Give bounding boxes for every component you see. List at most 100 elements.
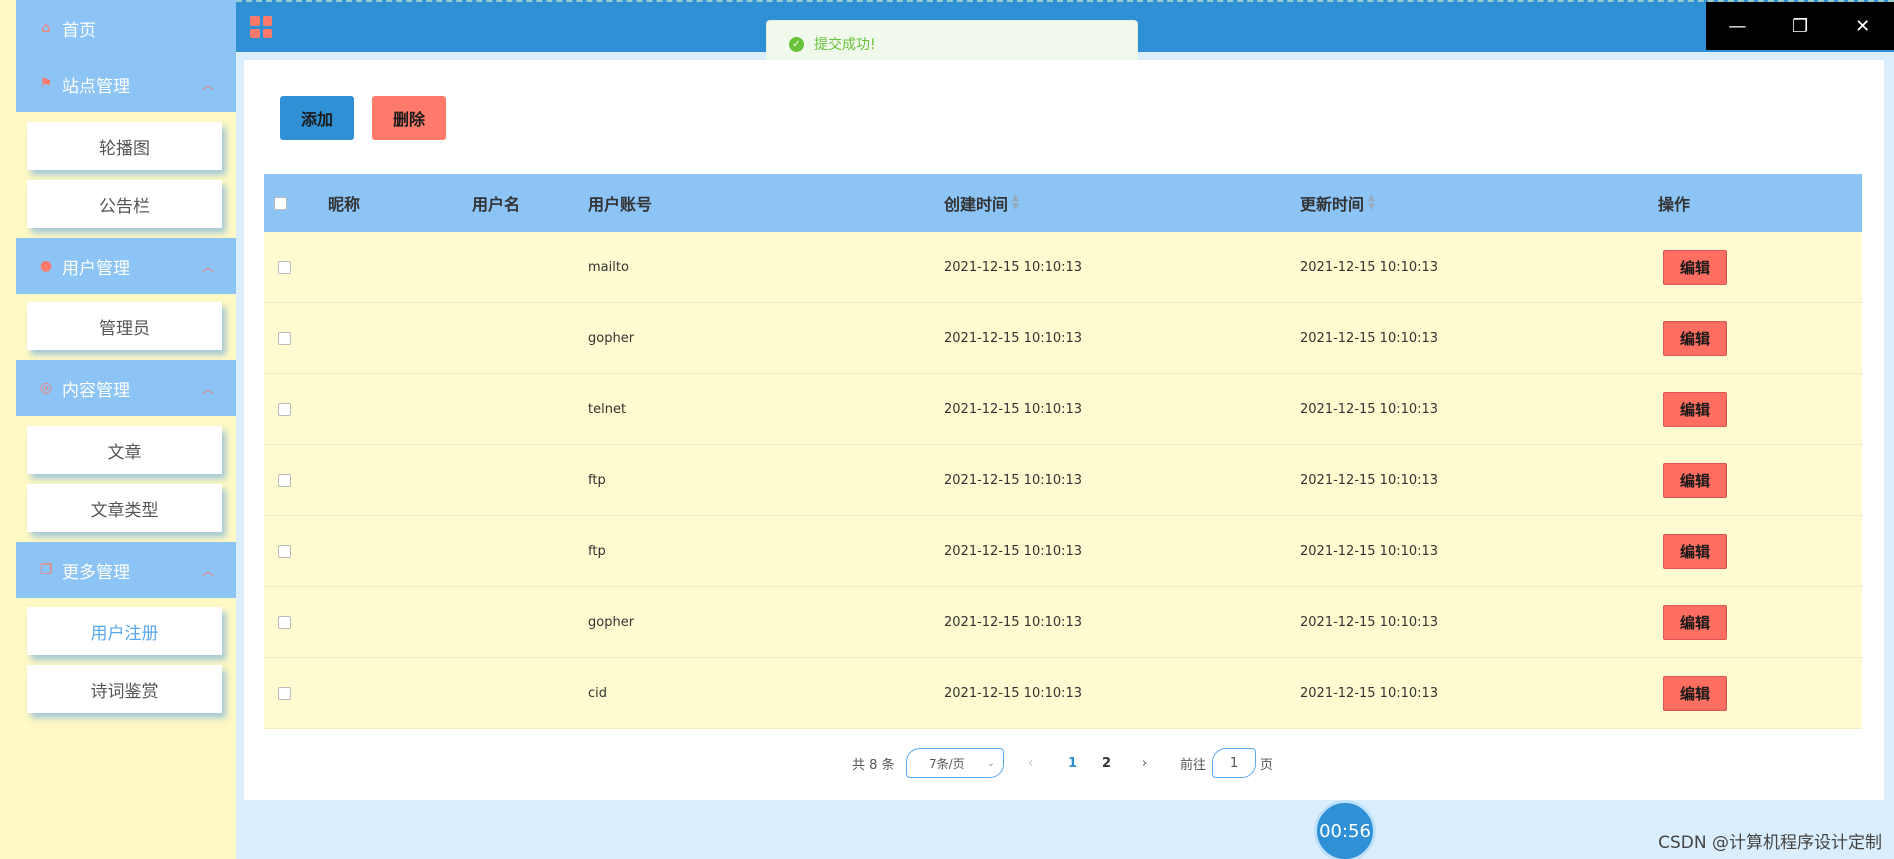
cell-created: 2021-12-15 10:10:13 bbox=[944, 614, 1083, 630]
minimize-icon[interactable]: — bbox=[1706, 2, 1769, 50]
sidebar-item-notice[interactable]: 公告栏 bbox=[27, 180, 222, 228]
copy-icon: ❐ bbox=[39, 562, 53, 578]
check-circle-icon: ✓ bbox=[789, 36, 804, 52]
row-checkbox[interactable] bbox=[278, 374, 291, 444]
sidebar-group-site[interactable]: ⚑ 站点管理 ︿ bbox=[16, 56, 236, 112]
table-row: cid 2021-12-15 10:10:13 2021-12-15 10:10… bbox=[264, 658, 1862, 729]
chevron-up-icon: ︿ bbox=[201, 382, 214, 396]
page-size-value: 7条/页 bbox=[929, 756, 965, 771]
column-header-created[interactable]: 创建时间 ▲ ▼ bbox=[944, 174, 1019, 232]
table-body: mailto 2021-12-15 10:10:13 2021-12-15 10… bbox=[264, 232, 1862, 729]
next-page-icon[interactable]: › bbox=[1142, 748, 1147, 778]
page-number[interactable]: 1 bbox=[1068, 748, 1077, 778]
cell-created: 2021-12-15 10:10:13 bbox=[944, 259, 1083, 275]
goto-suffix: 页 bbox=[1260, 757, 1274, 773]
edit-button[interactable]: 编辑 bbox=[1663, 462, 1727, 498]
cell-account: telnet bbox=[588, 401, 627, 417]
timer-badge[interactable]: 00:56 bbox=[1314, 800, 1376, 859]
toast-message: 提交成功! bbox=[814, 37, 876, 53]
sidebar-item-article[interactable]: 文章 bbox=[27, 426, 222, 474]
column-header-updated[interactable]: 更新时间 ▲ ▼ bbox=[1300, 174, 1375, 232]
chevron-down-icon: ⌄ bbox=[986, 757, 995, 769]
delete-button[interactable]: 删除 bbox=[372, 96, 446, 140]
edit-button[interactable]: 编辑 bbox=[1663, 249, 1727, 285]
table-row: gopher 2021-12-15 10:10:13 2021-12-15 10… bbox=[264, 587, 1862, 658]
sidebar-item-user-register[interactable]: 用户注册 bbox=[27, 607, 222, 655]
sidebar-group-users[interactable]: ● 用户管理 ︿ bbox=[16, 238, 236, 294]
sidebar-group-content[interactable]: ◎ 内容管理 ︿ bbox=[16, 360, 236, 416]
cell-updated: 2021-12-15 10:10:13 bbox=[1300, 614, 1439, 630]
cell-updated: 2021-12-15 10:10:13 bbox=[1300, 259, 1439, 275]
sort-icon[interactable]: ▲ ▼ bbox=[1012, 194, 1019, 212]
edit-button[interactable]: 编辑 bbox=[1663, 675, 1727, 711]
cell-created: 2021-12-15 10:10:13 bbox=[944, 543, 1083, 559]
cell-account: ftp bbox=[588, 543, 606, 559]
cell-account: cid bbox=[588, 685, 608, 701]
edit-button[interactable]: 编辑 bbox=[1663, 320, 1727, 356]
main-panel: 添加 删除 昵称 用户名 用户账号 创建时间 ▲ ▼ 更新时间 ▲ ▼ 操作 mai… bbox=[244, 60, 1884, 800]
select-all-checkbox[interactable] bbox=[274, 174, 287, 232]
sidebar-home-label: 首页 bbox=[62, 20, 96, 41]
sidebar-group-label: 内容管理 bbox=[62, 380, 130, 401]
cell-created: 2021-12-15 10:10:13 bbox=[944, 472, 1083, 488]
cell-created: 2021-12-15 10:10:13 bbox=[944, 401, 1083, 417]
chevron-up-icon: ︿ bbox=[201, 564, 214, 578]
row-checkbox[interactable] bbox=[278, 445, 291, 515]
cell-updated: 2021-12-15 10:10:13 bbox=[1300, 685, 1439, 701]
sidebar-item-poetry[interactable]: 诗词鉴赏 bbox=[27, 665, 222, 713]
sidebar-group-label: 用户管理 bbox=[62, 258, 130, 279]
pagination-total: 共 8 条 bbox=[852, 757, 895, 773]
watermark: CSDN @计算机程序设计定制 bbox=[1658, 833, 1882, 853]
chevron-up-icon: ︿ bbox=[201, 78, 214, 92]
chevron-up-icon: ︿ bbox=[201, 260, 214, 274]
column-header-updated-label: 更新时间 bbox=[1300, 195, 1365, 214]
edit-button[interactable]: 编辑 bbox=[1663, 391, 1727, 427]
cell-account: gopher bbox=[588, 330, 635, 346]
sidebar-group-label: 更多管理 bbox=[62, 562, 130, 583]
row-checkbox[interactable] bbox=[278, 303, 291, 373]
sidebar-item-home[interactable]: ⌂ 首页 bbox=[16, 0, 236, 56]
table-row: ftp 2021-12-15 10:10:13 2021-12-15 10:10… bbox=[264, 445, 1862, 516]
sort-icon[interactable]: ▲ ▼ bbox=[1368, 194, 1375, 212]
cell-updated: 2021-12-15 10:10:13 bbox=[1300, 330, 1439, 346]
edit-button[interactable]: 编辑 bbox=[1663, 604, 1727, 640]
add-button[interactable]: 添加 bbox=[280, 96, 354, 140]
goto-prefix: 前往 bbox=[1180, 757, 1207, 773]
table-row: telnet 2021-12-15 10:10:13 2021-12-15 10… bbox=[264, 374, 1862, 445]
sidebar-item-carousel[interactable]: 轮播图 bbox=[27, 122, 222, 170]
prev-page-icon[interactable]: ‹ bbox=[1028, 748, 1033, 778]
row-checkbox[interactable] bbox=[278, 658, 291, 728]
cell-account: mailto bbox=[588, 259, 629, 275]
column-header-account: 用户账号 bbox=[588, 195, 653, 214]
cell-account: gopher bbox=[588, 614, 635, 630]
page-number[interactable]: 2 bbox=[1102, 748, 1111, 778]
sidebar-group-more[interactable]: ❐ 更多管理 ︿ bbox=[16, 542, 236, 598]
cell-account: ftp bbox=[588, 472, 606, 488]
sidebar-item-article-type[interactable]: 文章类型 bbox=[27, 484, 222, 532]
window-controls: — ❐ ✕ bbox=[1706, 2, 1894, 50]
cell-created: 2021-12-15 10:10:13 bbox=[944, 330, 1083, 346]
data-table: 昵称 用户名 用户账号 创建时间 ▲ ▼ 更新时间 ▲ ▼ 操作 mailto 20… bbox=[264, 174, 1862, 729]
row-checkbox[interactable] bbox=[278, 516, 291, 586]
row-checkbox[interactable] bbox=[278, 232, 291, 302]
goto-page-input[interactable]: 1 bbox=[1212, 748, 1256, 778]
close-icon[interactable]: ✕ bbox=[1831, 2, 1894, 50]
column-header-action: 操作 bbox=[1658, 195, 1691, 214]
cell-updated: 2021-12-15 10:10:13 bbox=[1300, 472, 1439, 488]
column-header-username: 用户名 bbox=[472, 195, 521, 214]
page-size-select[interactable]: 7条/页 ⌄ bbox=[906, 748, 1004, 778]
cell-updated: 2021-12-15 10:10:13 bbox=[1300, 543, 1439, 559]
column-header-nickname: 昵称 bbox=[328, 195, 361, 214]
table-row: mailto 2021-12-15 10:10:13 2021-12-15 10… bbox=[264, 232, 1862, 303]
row-checkbox[interactable] bbox=[278, 587, 291, 657]
restore-icon[interactable]: ❐ bbox=[1769, 2, 1832, 50]
edit-button[interactable]: 编辑 bbox=[1663, 533, 1727, 569]
sidebar-item-admin[interactable]: 管理员 bbox=[27, 302, 222, 350]
table-header: 昵称 用户名 用户账号 创建时间 ▲ ▼ 更新时间 ▲ ▼ 操作 bbox=[264, 174, 1862, 232]
flag-icon: ⚑ bbox=[39, 76, 53, 92]
sidebar-group-label: 站点管理 bbox=[62, 76, 130, 97]
menu-grid-icon[interactable] bbox=[250, 16, 272, 38]
chat-icon: ◎ bbox=[39, 380, 53, 396]
table-row: gopher 2021-12-15 10:10:13 2021-12-15 10… bbox=[264, 303, 1862, 374]
cell-created: 2021-12-15 10:10:13 bbox=[944, 685, 1083, 701]
